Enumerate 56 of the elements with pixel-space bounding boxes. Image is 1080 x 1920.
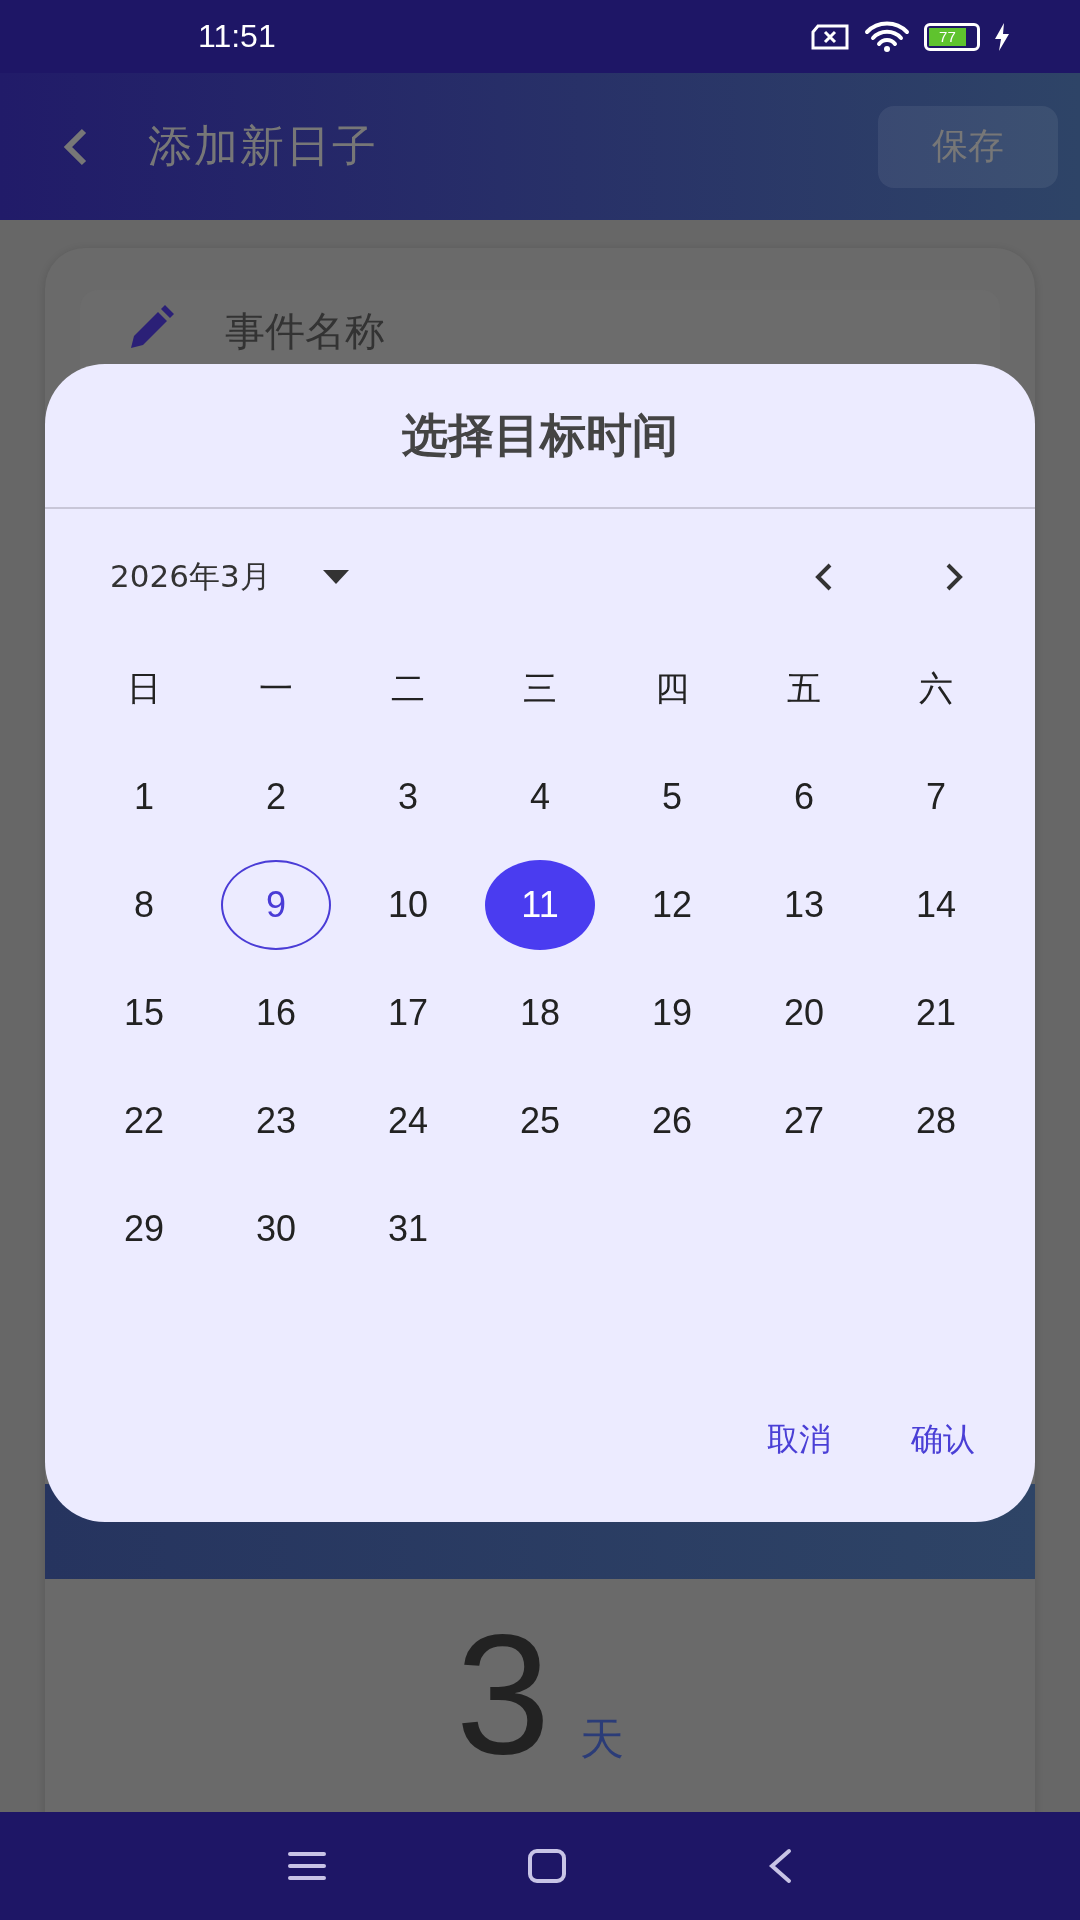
- calendar-day[interactable]: 23: [221, 1076, 331, 1166]
- calendar-day[interactable]: 30: [221, 1184, 331, 1274]
- day-count: 3: [455, 1609, 551, 1779]
- weekday-label: 一: [259, 667, 293, 710]
- status-time: 11:51: [198, 18, 276, 55]
- calendar-day[interactable]: 10: [353, 860, 463, 950]
- calendar-day[interactable]: 25: [485, 1076, 595, 1166]
- calendar-day[interactable]: 18: [485, 968, 595, 1058]
- calendar-day[interactable]: 15: [89, 968, 199, 1058]
- calendar-day[interactable]: 17: [353, 968, 463, 1058]
- dialog-title: 选择目标时间: [45, 364, 1035, 509]
- calendar-day[interactable]: 19: [617, 968, 727, 1058]
- dropdown-icon[interactable]: [322, 570, 349, 584]
- weekday-label: 二: [391, 667, 425, 710]
- calendar-day[interactable]: 21: [881, 968, 991, 1058]
- month-label[interactable]: 2026年3月: [110, 556, 271, 598]
- calendar-day[interactable]: 26: [617, 1076, 727, 1166]
- calendar-day[interactable]: 13: [749, 860, 859, 950]
- calendar-day[interactable]: 31: [353, 1184, 463, 1274]
- calendar-day[interactable]: 4: [485, 752, 595, 842]
- home-icon[interactable]: [527, 1848, 567, 1884]
- calendar-day[interactable]: 6: [749, 752, 859, 842]
- calendar-day[interactable]: 2: [221, 752, 331, 842]
- calendar-day[interactable]: 5: [617, 752, 727, 842]
- calendar-day[interactable]: 12: [617, 860, 727, 950]
- calendar-day[interactable]: 24: [353, 1076, 463, 1166]
- calendar-day[interactable]: 1: [89, 752, 199, 842]
- weekday-label: 三: [523, 667, 557, 710]
- calendar-day[interactable]: 8: [89, 860, 199, 950]
- calendar-day[interactable]: 9: [221, 860, 331, 950]
- calendar-day[interactable]: 7: [881, 752, 991, 842]
- calendar-day[interactable]: 16: [221, 968, 331, 1058]
- back-icon[interactable]: [767, 1847, 793, 1885]
- calendar-day[interactable]: 29: [89, 1184, 199, 1274]
- cancel-button[interactable]: 取消: [757, 1408, 841, 1472]
- page-title: 添加新日子: [148, 119, 378, 173]
- battery-icon: 77: [924, 22, 980, 51]
- menu-icon[interactable]: [287, 1850, 327, 1882]
- weekday-label: 五: [787, 667, 821, 710]
- calendar-day[interactable]: 22: [89, 1076, 199, 1166]
- calendar-day[interactable]: 3: [353, 752, 463, 842]
- calendar-day[interactable]: 28: [881, 1076, 991, 1166]
- sim-off-icon: [810, 23, 850, 50]
- weekday-label: 日: [127, 667, 161, 710]
- charging-icon: [994, 22, 1010, 51]
- weekday-label: 六: [919, 667, 953, 710]
- next-month-icon[interactable]: [945, 562, 965, 592]
- calendar-day[interactable]: 27: [749, 1076, 859, 1166]
- previous-month-icon[interactable]: [813, 562, 833, 592]
- calendar-day[interactable]: 14: [881, 860, 991, 950]
- wifi-icon: [864, 20, 910, 53]
- calendar-day[interactable]: 20: [749, 968, 859, 1058]
- calendar-day[interactable]: 11: [485, 860, 595, 950]
- confirm-button[interactable]: 确认: [901, 1408, 985, 1472]
- weekday-label: 四: [655, 667, 689, 710]
- day-unit: 天: [580, 1712, 625, 1766]
